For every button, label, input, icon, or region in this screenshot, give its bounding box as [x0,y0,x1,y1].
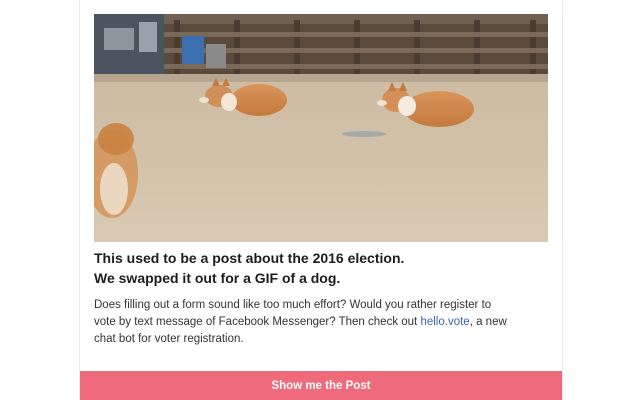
headline-line-1: This used to be a post about the 2016 el… [94,250,405,266]
post-headline: This used to be a post about the 2016 el… [94,248,548,288]
show-post-button[interactable]: Show me the Post [80,371,562,400]
post-card: This used to be a post about the 2016 el… [79,0,563,400]
hello-vote-link[interactable]: hello.vote [420,316,469,328]
post-body: Does filling out a form sound like too m… [94,297,514,348]
dog-gif-image [94,14,548,242]
headline-line-2: We swapped it out for a GIF of a dog. [94,270,341,286]
